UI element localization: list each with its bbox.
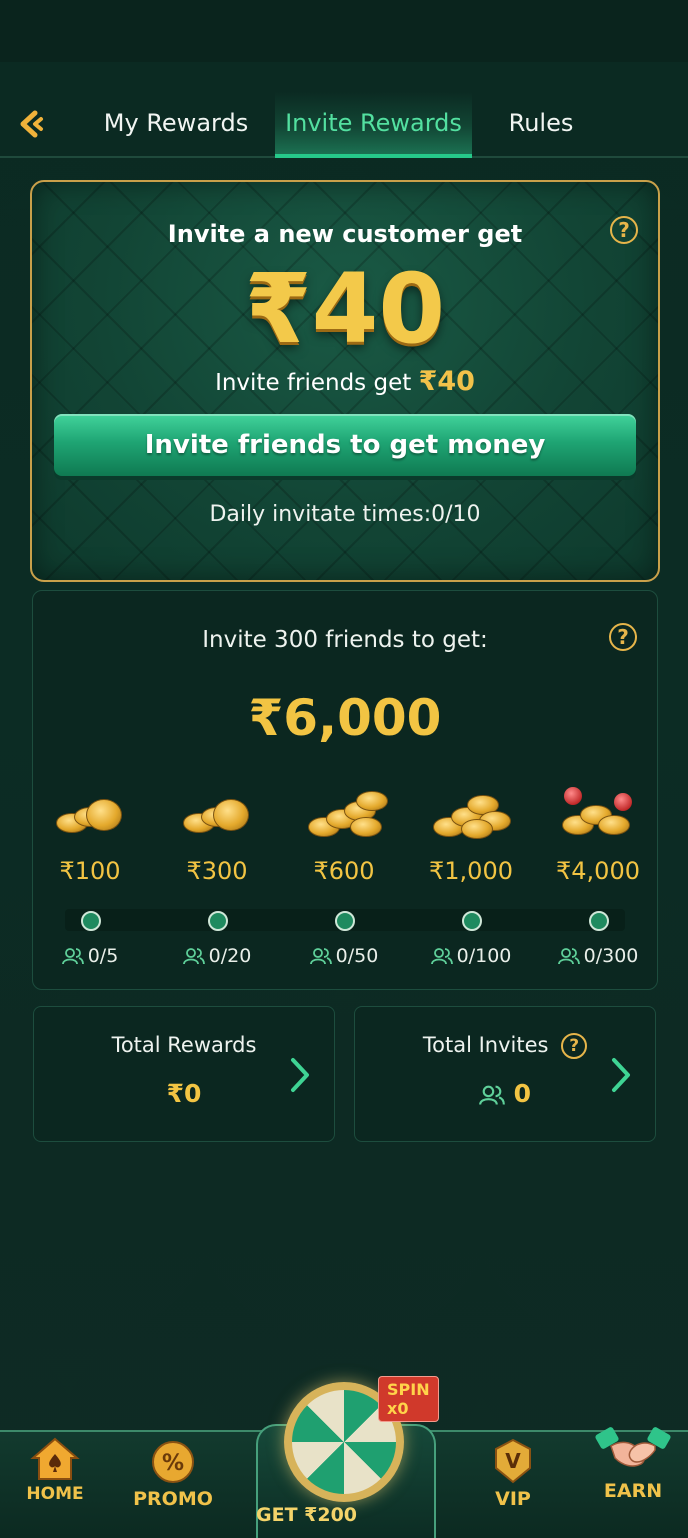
users-icon xyxy=(61,948,84,965)
invite-reward-amount: ₹40 xyxy=(244,253,446,365)
nav-vip[interactable]: V VIP xyxy=(458,1438,568,1510)
progress-dot xyxy=(335,911,355,931)
users-icon xyxy=(557,948,580,965)
vip-badge-icon: V xyxy=(495,1438,531,1484)
invite-card: ? Invite a new customer get ₹40 Invite f… xyxy=(30,180,660,582)
invite-sub-label: Invite friends get xyxy=(215,370,412,396)
milestone-count-text: 0/5 xyxy=(87,945,119,967)
coin-heap-icon xyxy=(431,787,511,841)
nav-home-label: HOME xyxy=(26,1484,84,1504)
progress-dot xyxy=(81,911,101,931)
coin-pile-icon xyxy=(50,787,130,841)
milestone-item: ₹600 xyxy=(289,787,399,885)
svg-text:%: % xyxy=(162,1451,184,1476)
tab-bar: My Rewards Invite Rewards Rules xyxy=(0,92,688,158)
chevron-right-icon xyxy=(612,1058,630,1092)
total-invites-card[interactable]: Total Invites ? 0 xyxy=(354,1006,656,1142)
users-icon xyxy=(182,948,205,965)
handshake-icon xyxy=(595,1427,671,1467)
tab-my-rewards[interactable]: My Rewards xyxy=(96,92,256,154)
milestone-count-text: 0/300 xyxy=(583,945,639,967)
discount-icon: % xyxy=(152,1441,194,1483)
nav-promo-label: PROMO xyxy=(133,1488,213,1510)
invite-sub-text: Invite friends get ₹40 xyxy=(32,366,658,397)
invite-card-title: Invite a new customer get xyxy=(167,220,523,248)
daily-invite-times: Daily invitate times:0/10 xyxy=(209,502,481,527)
milestone-count: 0/20 xyxy=(162,945,272,967)
total-rewards-card[interactable]: Total Rewards ₹0 xyxy=(33,1006,335,1142)
milestone-count: 0/50 xyxy=(289,945,399,967)
back-button[interactable] xyxy=(14,106,50,142)
nav-earn[interactable]: EARN xyxy=(578,1422,688,1502)
users-icon xyxy=(430,948,453,965)
nav-get-label: GET ₹200 xyxy=(256,1504,358,1526)
milestone-count: 0/300 xyxy=(543,945,653,967)
total-rewards-label: Total Rewards xyxy=(111,1033,257,1057)
chevron-right-icon xyxy=(291,1058,309,1092)
bottom-nav: HOME % PROMO SPIN x0 GET ₹200 V VIP EARN xyxy=(0,1376,688,1538)
milestone-value: ₹1,000 xyxy=(429,857,513,885)
milestone-value: ₹300 xyxy=(186,857,248,885)
progress-dot xyxy=(589,911,609,931)
progress-dot xyxy=(462,911,482,931)
milestone-value: ₹600 xyxy=(313,857,375,885)
spin-wheel-button[interactable]: SPIN x0 GET ₹200 xyxy=(256,1374,439,1538)
tab-rules[interactable]: Rules xyxy=(490,92,592,154)
milestone-item: ₹1,000 xyxy=(416,787,526,885)
milestones-total-amount: ₹6,000 xyxy=(248,689,442,747)
milestones-card: ? Invite 300 friends to get: ₹6,000 ₹100… xyxy=(32,590,658,990)
nav-home[interactable]: HOME xyxy=(0,1436,110,1504)
invite-sub-amount: ₹40 xyxy=(418,366,475,397)
milestone-count-text: 0/20 xyxy=(208,945,252,967)
spin-count-badge: SPIN x0 xyxy=(378,1376,439,1422)
status-bar-area xyxy=(0,0,688,62)
milestone-count-text: 0/100 xyxy=(456,945,512,967)
help-icon[interactable]: ? xyxy=(561,1033,588,1059)
progress-dot xyxy=(208,911,228,931)
milestone-item: ₹4,000 xyxy=(543,787,653,885)
milestone-value: ₹100 xyxy=(59,857,121,885)
coin-pile-icon xyxy=(177,787,257,841)
milestone-count: 0/100 xyxy=(416,945,526,967)
total-invites-value: 0 xyxy=(513,1079,532,1108)
milestone-count-text: 0/50 xyxy=(335,945,379,967)
milestones-title: Invite 300 friends to get: xyxy=(202,627,488,653)
total-invites-label: Total Invites xyxy=(422,1033,549,1057)
milestone-count: 0/5 xyxy=(35,945,145,967)
invite-friends-button[interactable]: Invite friends to get money xyxy=(54,414,636,476)
users-icon xyxy=(309,948,332,965)
nav-vip-label: VIP xyxy=(495,1488,531,1510)
home-icon xyxy=(30,1437,80,1480)
nav-earn-label: EARN xyxy=(603,1480,663,1502)
tab-invite-rewards[interactable]: Invite Rewards xyxy=(275,92,472,158)
milestone-value: ₹4,000 xyxy=(556,857,640,885)
chevron-left-icon xyxy=(20,110,43,138)
nav-promo[interactable]: % PROMO xyxy=(118,1440,228,1510)
coin-stack-icon xyxy=(304,787,388,841)
users-icon xyxy=(479,1085,505,1105)
treasure-icon xyxy=(558,787,638,841)
milestone-item: ₹100 xyxy=(35,787,145,885)
milestone-item: ₹300 xyxy=(162,787,272,885)
svg-text:V: V xyxy=(505,1449,521,1473)
